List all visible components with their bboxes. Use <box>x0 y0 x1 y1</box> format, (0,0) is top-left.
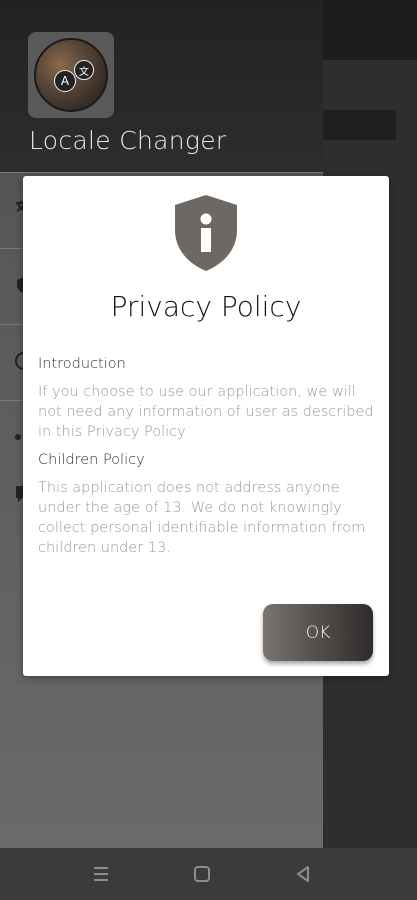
introduction-body: If you choose to use our application, we… <box>38 384 374 440</box>
menu-icon[interactable] <box>89 862 113 886</box>
privacy-policy-dialog: Privacy Policy Introduction If you choos… <box>23 176 389 676</box>
dialog-title: Privacy Policy <box>110 290 302 323</box>
drawer-header: A 文 Locale Changer <box>0 0 323 172</box>
main-content-block <box>323 110 396 140</box>
children-policy-body: This application does not address anyone… <box>38 480 366 556</box>
ok-button[interactable]: OK <box>263 604 373 661</box>
back-icon[interactable] <box>291 862 315 886</box>
children-policy-heading: Children Policy <box>38 452 145 468</box>
introduction-heading: Introduction <box>38 356 126 372</box>
globe-icon: A 文 <box>34 38 108 112</box>
app-logo: A 文 <box>28 32 114 118</box>
translate-glyph-icon: 文 <box>74 60 94 80</box>
main-toolbar <box>323 0 417 60</box>
shield-info-icon <box>175 195 237 271</box>
home-icon[interactable] <box>190 862 214 886</box>
app-name: Locale Changer <box>29 126 227 155</box>
system-navigation-bar <box>0 848 417 900</box>
letter-a-icon: A <box>54 70 76 92</box>
